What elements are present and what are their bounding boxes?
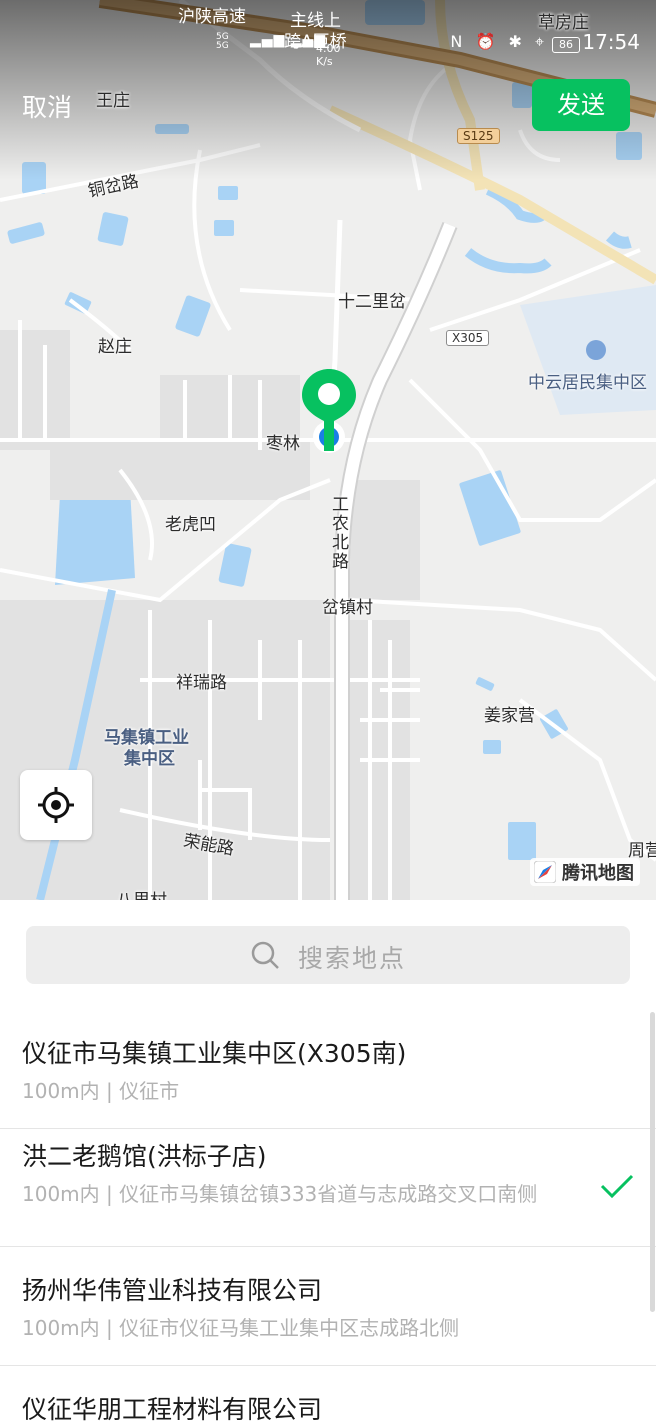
shield-x305: X305: [446, 330, 490, 346]
label-zhaozhuang: 赵庄: [98, 337, 132, 357]
search-input[interactable]: 搜索地点: [26, 926, 630, 984]
label-balicun: 八里村: [116, 886, 167, 900]
label-majizhen-1: 马集镇工业: [104, 728, 189, 748]
map-pin-icon: [302, 369, 356, 453]
search-icon: [251, 941, 279, 969]
place-address: 100m内 | 仪征市仪征马集工业集中区志成路北侧: [22, 1316, 460, 1340]
shield-s125: S125: [457, 128, 500, 144]
label-xiangrui: 祥瑞路: [176, 673, 227, 693]
label-zaolin: 枣林: [266, 434, 300, 454]
check-icon: [600, 1174, 634, 1199]
label-majizhen-2: 集中区: [124, 749, 175, 769]
network-speed: 4.00 K/s: [316, 42, 341, 68]
tencent-map-logo-icon: [534, 861, 556, 883]
cancel-button[interactable]: 取消: [22, 88, 72, 124]
recenter-button[interactable]: [20, 770, 92, 840]
label-hushan: 沪陕高速: [178, 7, 246, 27]
label-wangzhuang: 王庄: [96, 91, 130, 111]
place-name: 扬州华伟管业科技有限公司: [22, 1276, 323, 1305]
search-placeholder: 搜索地点: [298, 944, 407, 973]
list-item[interactable]: 扬州华伟管业科技有限公司 100m内 | 仪征市仪征马集工业集中区志成路北侧: [0, 1247, 656, 1366]
battery-icon: 86: [552, 37, 580, 53]
residential-icon: [586, 340, 606, 360]
result-list: 仪征市马集镇工业集中区(X305南) 100m内 | 仪征市 洪二老鹅馆(洪标子…: [0, 1010, 656, 1426]
send-button[interactable]: 发送: [532, 79, 630, 131]
map-brand-label: 腾讯地图: [562, 863, 634, 884]
scrollbar[interactable]: [650, 1012, 655, 1312]
list-item[interactable]: 洪二老鹅馆(洪标子店) 100m内 | 仪征市马集镇岔镇333省道与志成路交叉口…: [0, 1129, 656, 1247]
clock: 17:54: [582, 30, 640, 54]
crosshair-icon: [38, 787, 74, 823]
map-view[interactable]: 沪陕高速 主线上 跨A匝桥 草房庄 王庄 S125 铜岔路 十二里岔 赵庄 X3…: [0, 0, 656, 900]
label-gongnong: 工农北路: [332, 495, 349, 572]
list-item[interactable]: 仪征华朋工程材料有限公司: [0, 1366, 656, 1426]
map-brand: 腾讯地图: [530, 858, 640, 886]
label-penzhen: 岔镇村: [322, 598, 373, 618]
status-icons: N ⏰ ✱ ⌖: [450, 32, 548, 51]
place-address: 100m内 | 仪征市: [22, 1079, 180, 1103]
label-jiangjia: 姜家营: [484, 706, 535, 726]
label-shierlipen: 十二里岔: [338, 292, 406, 312]
signal-icon: ▂▄▆ ▂▄▆: [250, 32, 327, 48]
network-type: 5G 5G: [216, 32, 229, 51]
label-laohu: 老虎凹: [165, 515, 216, 535]
label-zhongyun: 中云居民集中区: [528, 373, 647, 393]
search-area: 搜索地点: [0, 900, 656, 1010]
place-name: 洪二老鹅馆(洪标子店): [22, 1142, 267, 1171]
list-item[interactable]: 仪征市马集镇工业集中区(X305南) 100m内 | 仪征市: [0, 1010, 656, 1129]
status-bar: 5G 5G ▂▄▆ ▂▄▆ 4.00 K/s N ⏰ ✱ ⌖ 86 17:54: [0, 30, 656, 68]
place-name: 仪征市马集镇工业集中区(X305南): [22, 1039, 407, 1068]
place-name: 仪征华朋工程材料有限公司: [22, 1395, 323, 1424]
place-address: 100m内 | 仪征市马集镇岔镇333省道与志成路交叉口南侧: [22, 1182, 538, 1206]
